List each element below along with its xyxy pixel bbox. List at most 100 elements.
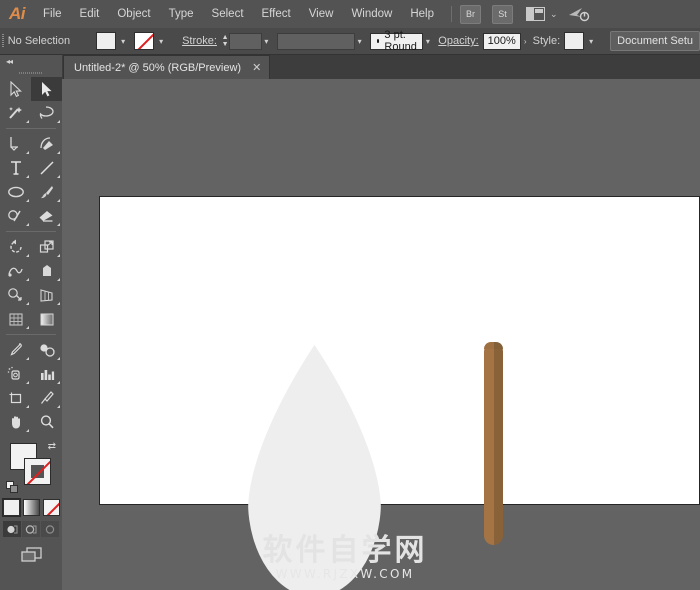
selection-tool[interactable] [0,77,31,101]
tool-group-corner-icon [26,254,29,257]
rotate-tool[interactable] [0,235,31,259]
style-swatch[interactable] [564,32,585,50]
tool-group-corner-icon [26,223,29,226]
fill-mode-buttons [0,498,62,517]
color-fill-button[interactable] [1,498,21,517]
menu-item-window[interactable]: Window [342,0,401,28]
fill-dropdown-icon[interactable]: ▾ [116,32,130,50]
tool-group-corner-icon [57,151,60,154]
style-label: Style: [532,35,561,47]
style-dropdown-icon[interactable]: ▾ [584,32,598,50]
line-segment-tool[interactable] [31,156,62,180]
tool-group-corner-icon [57,120,60,123]
eyedropper-tool[interactable] [0,338,31,362]
tool-group-corner-icon [26,278,29,281]
opacity-expand-icon[interactable]: › [521,32,530,50]
column-graph-tool[interactable] [31,362,62,386]
mesh-tool[interactable] [0,307,31,331]
free-transform-tool[interactable] [31,259,62,283]
toolbar-divider [6,334,56,335]
brush-dot-icon [377,39,380,43]
paintbrush-tool[interactable] [31,180,62,204]
variable-width-profile-field[interactable] [276,32,356,50]
selection-status-label: No Selection [7,35,71,47]
tool-group-corner-icon [57,199,60,202]
collapse-toolbar-icon[interactable]: ◂◂ [0,55,62,68]
draw-behind-mode[interactable] [22,521,40,537]
zoom-tool[interactable] [31,410,62,434]
control-bar-grip[interactable] [0,28,6,54]
draw-inside-mode[interactable] [41,521,59,537]
stock-button[interactable]: St [492,4,513,24]
gradient-fill-button[interactable] [22,499,40,516]
shaper-pencil-tool[interactable] [0,204,31,228]
document-tab[interactable]: Untitled-2* @ 50% (RGB/Preview) ✕ [63,55,271,79]
document-tab-title: Untitled-2* @ 50% (RGB/Preview) [74,61,242,74]
variable-width-dropdown-icon[interactable]: ▾ [355,32,364,50]
lasso-tool[interactable] [31,101,62,125]
stroke-color-swatch[interactable] [24,458,51,485]
eraser-tool[interactable] [31,204,62,228]
control-bar: No Selection ▾ ▾ Stroke: ▲ ▼ ▾ ▾ 3 pt. Ro… [0,28,700,55]
curvature-tool[interactable] [31,132,62,156]
stroke-color-control[interactable]: ▾ [134,32,168,50]
swap-fill-stroke-icon[interactable]: ⇄ [48,441,56,452]
workspace-switcher[interactable]: ⌄ [526,7,558,21]
opacity-label[interactable]: Opacity: [438,35,478,47]
workspace-layout-icon [526,7,545,21]
menu-item-view[interactable]: View [300,0,343,28]
stick-shape[interactable] [484,342,503,545]
artboard-tool[interactable] [0,386,31,410]
tool-group-corner-icon [57,302,60,305]
menu-item-select[interactable]: Select [203,0,253,28]
opacity-field[interactable]: 100% [482,32,521,50]
blend-tool[interactable] [31,338,62,362]
menu-item-file[interactable]: File [34,0,71,28]
graphic-style-control[interactable]: ▾ [564,32,598,50]
change-screen-mode[interactable] [0,546,62,564]
ellipse-tool[interactable] [0,180,31,204]
none-fill-button[interactable] [42,499,60,516]
search-help-icon[interactable] [568,6,590,22]
menu-item-help[interactable]: Help [401,0,443,28]
default-fill-stroke-icon[interactable] [6,481,18,493]
stroke-weight-dropdown-icon[interactable]: ▾ [262,32,271,50]
stroke-weight-label[interactable]: Stroke: [182,35,217,47]
stroke-swatch[interactable] [134,32,155,50]
draw-normal-mode[interactable] [3,521,21,537]
leaf-shape[interactable] [248,345,381,590]
symbol-sprayer-tool[interactable] [0,362,31,386]
brush-definition-field[interactable]: 3 pt. Round [370,29,424,53]
slice-tool[interactable] [31,386,62,410]
brush-definition-dropdown-icon[interactable]: ▾ [423,32,432,50]
pen-tool[interactable] [0,132,31,156]
stroke-dropdown-icon[interactable]: ▾ [154,32,168,50]
tools-group-draw [0,132,62,228]
direct-selection-tool[interactable] [31,77,62,101]
stroke-weight-stepper[interactable]: ▲ ▼ [221,32,229,50]
tool-group-corner-icon [57,254,60,257]
menu-item-effect[interactable]: Effect [253,0,300,28]
artboard[interactable]: 软件自学网 WWW.RJZXW.COM [99,196,700,505]
perspective-grid-tool[interactable] [31,283,62,307]
fill-color-control[interactable]: ▾ [96,32,130,50]
fill-swatch[interactable] [96,32,117,50]
stroke-weight-field[interactable] [229,32,262,50]
bridge-button[interactable]: Br [460,4,481,24]
shape-builder-tool[interactable] [0,283,31,307]
hand-tool[interactable] [0,410,31,434]
canvas-area[interactable]: 软件自学网 WWW.RJZXW.COM [62,79,700,590]
magic-wand-tool[interactable] [0,101,31,125]
menu-item-object[interactable]: Object [108,0,159,28]
document-setup-button[interactable]: Document Setu [610,31,700,51]
close-icon[interactable]: ✕ [252,61,261,74]
menu-item-edit[interactable]: Edit [71,0,109,28]
width-warp-tool[interactable] [0,259,31,283]
tool-group-corner-icon [26,199,29,202]
menu-item-type[interactable]: Type [160,0,203,28]
type-tool[interactable] [0,156,31,180]
toolbar-divider [6,128,56,129]
scale-tool[interactable] [31,235,62,259]
toolbar-grip[interactable] [0,68,62,77]
gradient-tool[interactable] [31,307,62,331]
